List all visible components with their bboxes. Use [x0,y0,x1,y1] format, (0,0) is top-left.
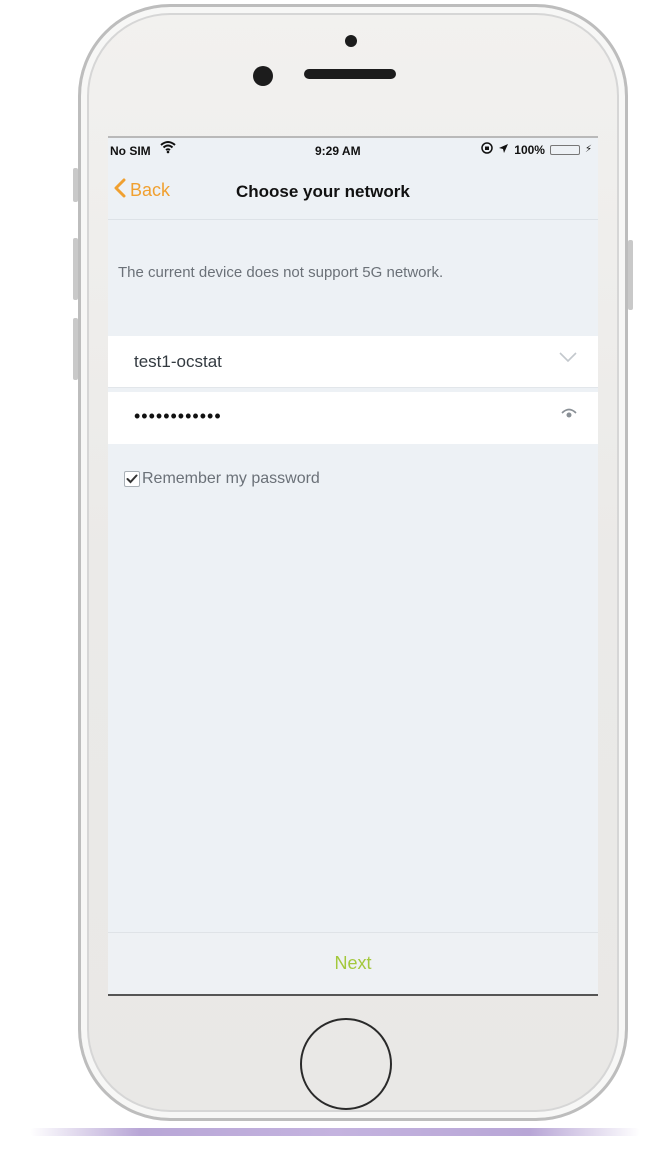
unsupported-5g-notice: The current device does not support 5G n… [118,264,444,281]
back-button[interactable]: Back [114,178,170,202]
charging-icon: ⚡ [584,144,592,155]
power-button [628,240,633,310]
battery-percent: 100% [514,142,545,157]
password-value[interactable]: •••••••••••• [134,406,222,427]
next-button[interactable]: Next [334,953,371,974]
remember-password-checkbox[interactable]: Remember my password [124,470,320,488]
remember-label: Remember my password [142,470,320,487]
back-label: Back [130,179,171,200]
checkbox[interactable] [124,471,140,487]
status-right: 100% ⚡ [481,142,592,157]
proximity-sensor [253,66,273,86]
network-select[interactable]: test1-ocstat [108,336,598,388]
front-camera [345,35,357,47]
device-stage: No SIM 9:29 AM 100% ⚡ Back Choose your n… [0,0,668,1151]
orientation-lock-icon [481,142,494,157]
location-icon [498,143,509,157]
home-button[interactable] [300,1018,392,1110]
wifi-icon [160,140,176,157]
status-bar: No SIM 9:29 AM 100% ⚡ [108,138,598,164]
page-title: Choose your network [236,182,410,201]
chevron-left-icon [114,178,126,203]
chevron-down-icon[interactable] [558,350,578,368]
bottom-action-bar: Next [108,932,598,994]
carrier-label: No SIM [110,144,151,158]
clock-time: 9:29 AM [315,144,361,158]
battery-icon [549,144,580,155]
phone-screen: No SIM 9:29 AM 100% ⚡ Back Choose your n… [108,136,598,996]
navigation-bar: Back Choose your network [108,164,598,220]
floor-shadow [30,1128,640,1136]
earpiece-speaker [304,69,396,79]
password-field[interactable]: •••••••••••• [108,392,598,444]
network-name: test1-ocstat [134,351,222,371]
eye-icon[interactable] [560,406,578,425]
